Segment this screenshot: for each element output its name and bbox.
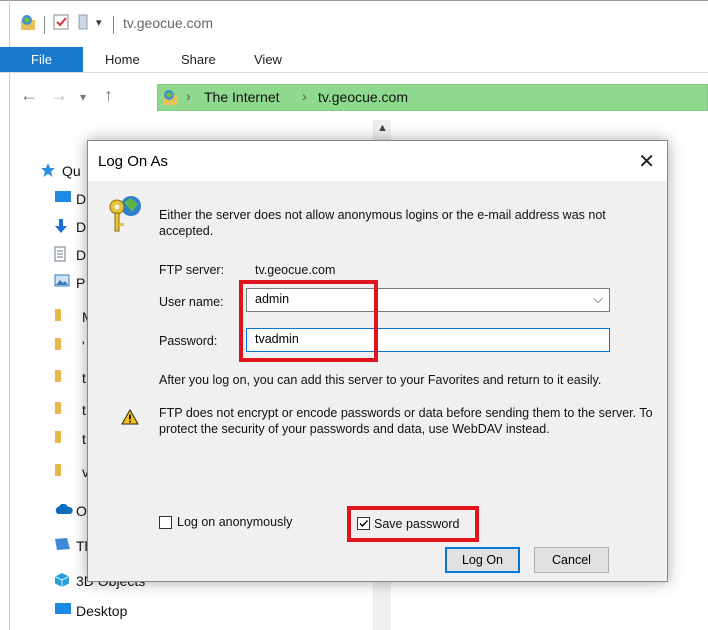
document-icon: [54, 246, 66, 265]
internet-globe-icon: [162, 89, 180, 109]
nav-item-label: P: [76, 275, 86, 291]
keys-globe-icon: [108, 193, 146, 236]
nav-item-label: t: [82, 370, 86, 386]
recent-locations-chevron-icon[interactable]: ▾: [80, 90, 86, 104]
star-icon: [40, 162, 56, 181]
tab-share[interactable]: Share: [181, 47, 216, 72]
pc-icon: [54, 537, 72, 554]
folder-icon: [54, 337, 62, 354]
forward-arrow-icon[interactable]: →: [50, 85, 68, 106]
nav-item-label: ': [82, 338, 85, 354]
nav-item-label: Qu: [62, 163, 81, 179]
window-title: tv.geocue.com: [123, 15, 214, 31]
chevron-down-icon[interactable]: ⌵: [593, 291, 603, 307]
breadcrumb-chevron-icon[interactable]: ›: [186, 88, 191, 104]
ftp-server-label: FTP server:: [159, 263, 225, 277]
explorer-title-bar: ▾ tv.geocue.com: [0, 1, 708, 47]
folder-icon: [54, 430, 62, 447]
address-bar[interactable]: › The Internet › tv.geocue.com: [157, 84, 708, 111]
nav-item-label: D: [76, 219, 87, 235]
tab-view[interactable]: View: [254, 47, 282, 72]
properties-check-icon[interactable]: [53, 14, 69, 33]
log-on-anonymously-checkbox[interactable]: [159, 516, 172, 529]
favorites-info-text: After you log on, you can add this serve…: [159, 373, 602, 387]
dialog-title-bar: Log On As ✕: [88, 141, 667, 181]
close-icon[interactable]: ✕: [638, 149, 655, 174]
credentials-highlight-box: [239, 280, 378, 362]
warning-icon: [121, 408, 139, 428]
desktop-icon: [54, 190, 72, 207]
folder-icon: [54, 401, 62, 418]
separator: [44, 16, 45, 34]
ftp-folder-icon: [20, 14, 38, 35]
breadcrumb-chevron-icon[interactable]: ›: [302, 88, 307, 104]
tab-home[interactable]: Home: [105, 47, 140, 72]
nav-item-label: D: [76, 191, 87, 207]
3d-objects-icon: [54, 572, 70, 591]
breadcrumb-tv-geocue[interactable]: tv.geocue.com: [318, 89, 408, 105]
anonymous-login-message: Either the server does not allow anonymo…: [159, 208, 606, 238]
ribbon: File Home Share View: [0, 47, 708, 73]
ftp-security-warning: FTP does not encrypt or encode passwords…: [159, 406, 653, 436]
cancel-button[interactable]: Cancel: [534, 547, 609, 573]
onedrive-icon: [54, 502, 74, 518]
tab-file[interactable]: File: [0, 47, 83, 72]
nav-item-label: D: [76, 247, 87, 263]
nav-item-label: Desktop: [76, 603, 128, 619]
download-icon: [54, 218, 68, 237]
desktop-icon: [54, 602, 72, 619]
picture-icon: [54, 274, 70, 290]
nav-item-label: t: [82, 431, 86, 447]
back-arrow-icon[interactable]: ←: [20, 85, 38, 106]
ftp-server-value: tv.geocue.com: [255, 263, 336, 277]
save-password-highlight-box: [347, 506, 479, 542]
dialog-title: Log On As: [98, 153, 169, 170]
up-arrow-icon[interactable]: ↑: [104, 85, 113, 106]
folder-icon: [54, 308, 62, 325]
log-on-button[interactable]: Log On: [445, 547, 520, 573]
new-folder-icon[interactable]: [78, 14, 88, 33]
nav-item-label: t: [82, 402, 86, 418]
username-label: User name:: [159, 295, 224, 309]
customize-toolbar-chevron-icon[interactable]: ▾: [96, 16, 102, 29]
breadcrumb-the-internet[interactable]: The Internet: [204, 89, 280, 105]
log-on-anonymously-label[interactable]: Log on anonymously: [177, 514, 292, 530]
folder-icon: [54, 369, 62, 386]
folder-icon: [54, 463, 62, 480]
separator: [113, 16, 114, 34]
password-label: Password:: [159, 334, 218, 348]
window-left-border: [9, 0, 10, 630]
